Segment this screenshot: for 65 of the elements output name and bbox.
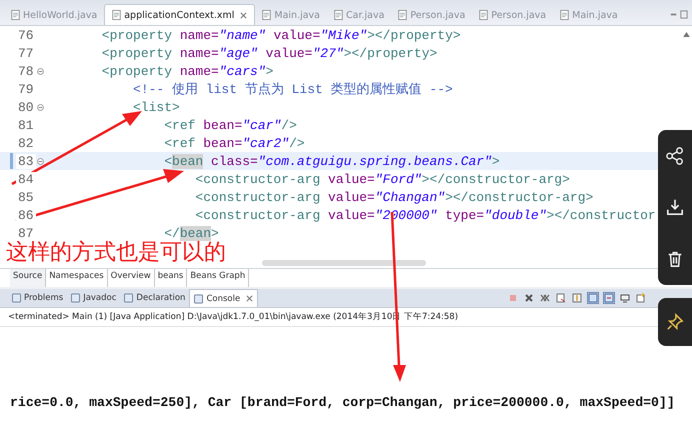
view-icon: [71, 293, 80, 303]
view-icon: [12, 293, 21, 303]
line-number: 85: [16, 190, 36, 204]
scroll-lock-icon[interactable]: [572, 293, 582, 303]
line-number: 82: [16, 136, 36, 150]
scroll-up-icon[interactable]: [683, 32, 690, 37]
code-line: <ref bean="car2"/>: [163, 136, 305, 150]
code-line: <property name="age" value="27"></property>: [100, 46, 438, 60]
view-tab[interactable]: Problems: [8, 290, 68, 306]
file-icon: [479, 10, 488, 20]
trash-icon[interactable]: [666, 250, 684, 268]
view-icon: [124, 293, 134, 303]
file-icon: [112, 10, 122, 20]
view-tab[interactable]: Declaration: [120, 290, 190, 306]
view-icon: [194, 294, 204, 304]
file-icon: [262, 10, 272, 20]
code-line: <!-- 使用 list 节点为 List 类型的属性赋值 -->: [132, 81, 453, 98]
pin-console-icon[interactable]: [588, 293, 598, 303]
code-line: <property name="name" value="Mike"></property>: [100, 28, 461, 42]
code-line: <list>: [132, 100, 180, 114]
line-number: 80: [16, 100, 36, 114]
fold-icon[interactable]: [36, 68, 44, 74]
line-number: 79: [16, 82, 36, 96]
file-icon: [560, 10, 570, 20]
download-icon[interactable]: [666, 198, 684, 216]
line-number: 84: [16, 172, 36, 186]
view-tab[interactable]: Javadoc: [67, 290, 120, 306]
file-icon: [11, 10, 20, 20]
pin-icon[interactable]: [666, 313, 684, 331]
display-console-icon[interactable]: [604, 293, 614, 303]
line-number: 76: [16, 28, 36, 42]
new-console-icon[interactable]: [636, 293, 646, 303]
line-number: 78: [16, 64, 36, 78]
line-number: 86: [16, 208, 36, 222]
editor-page-tab[interactable]: Overview: [108, 269, 155, 287]
line-number: 83: [16, 154, 36, 168]
code-line: <bean class="com.atguigu.spring.beans.Car">: [163, 154, 500, 168]
fold-icon[interactable]: [36, 104, 44, 110]
file-icon: [398, 10, 408, 20]
editor-page-tab[interactable]: beans: [154, 269, 188, 287]
share-icon[interactable]: [666, 146, 684, 165]
file-icon: [334, 10, 343, 20]
horizontal-scrollbar[interactable]: [262, 260, 426, 266]
editor-page-tab[interactable]: Namespaces: [46, 269, 108, 287]
code-line: <property name="cars">: [100, 64, 274, 78]
code-line: <ref bean="car"/>: [163, 118, 297, 132]
monitor-icon[interactable]: [620, 293, 630, 303]
remove-all-icon[interactable]: [540, 293, 550, 303]
code-line: </bean>: [163, 226, 219, 240]
annotation-text: 这样的方式也是可以的: [6, 240, 226, 266]
editor-page-tab[interactable]: Source: [10, 269, 46, 287]
close-icon[interactable]: [240, 12, 248, 18]
minimize-maximize-icon[interactable]: [670, 10, 688, 19]
clear-console-icon[interactable]: [556, 293, 566, 303]
fold-icon[interactable]: [36, 158, 44, 164]
console-output: rice=0.0, maxSpeed=250], Car [brand=Ford, corp=Changan, price=200000.0, maxSpeed=0]]: [9, 395, 676, 410]
editor-tab[interactable]: applicationContext.xml: [104, 4, 256, 25]
code-line: <constructor-arg value="Changan"></constructor-arg>: [194, 190, 594, 204]
line-number: 87: [16, 226, 36, 240]
editor-page-tab[interactable]: Beans Graph: [187, 269, 250, 287]
remove-icon[interactable]: [524, 293, 534, 303]
line-number: 81: [16, 118, 36, 132]
close-icon[interactable]: [246, 295, 254, 302]
code-line: <constructor-arg value="Ford"></constructor-arg>: [194, 172, 570, 186]
view-tab[interactable]: Console: [189, 289, 258, 307]
